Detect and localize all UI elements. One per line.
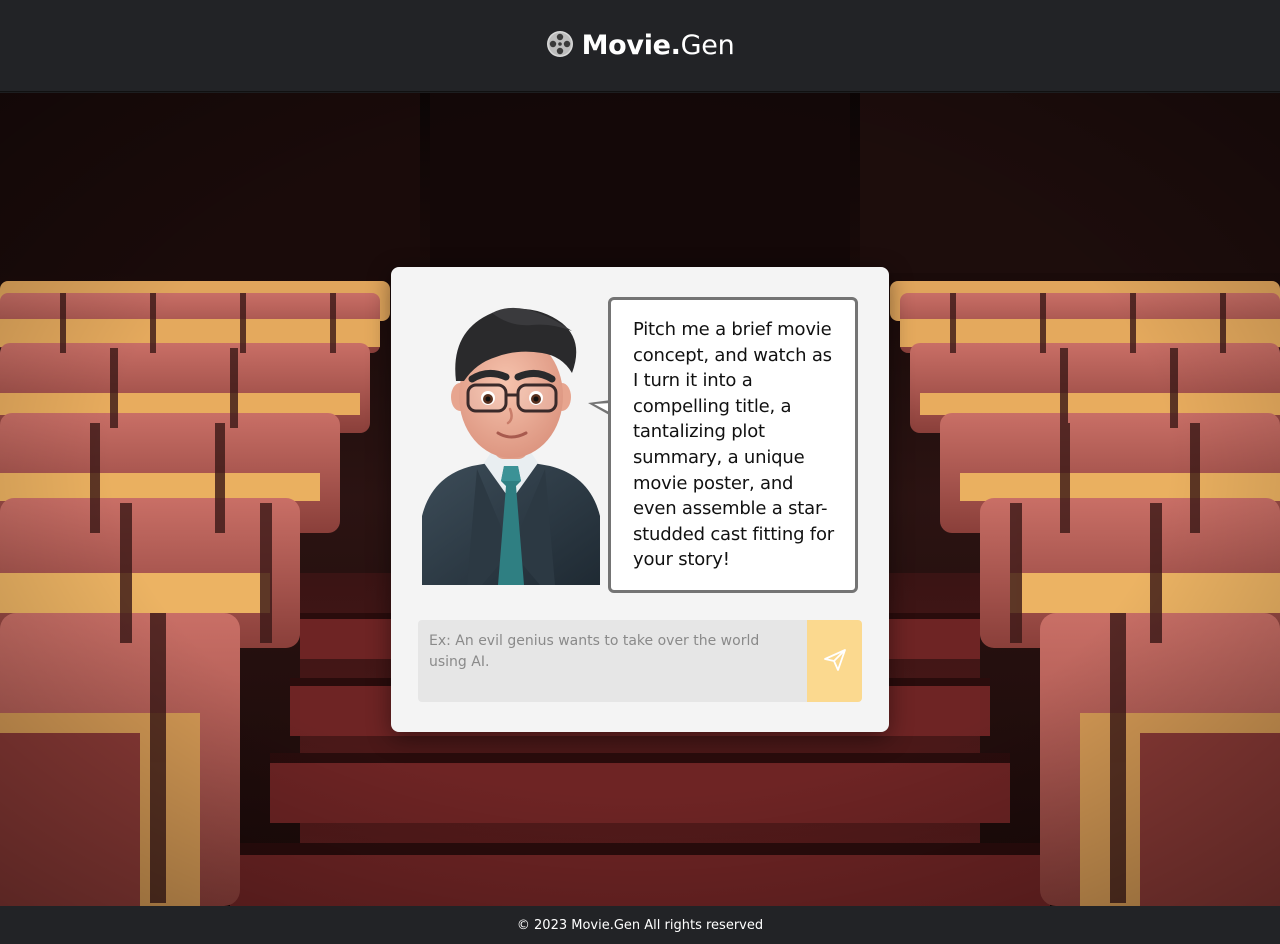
paper-plane-icon bbox=[822, 647, 848, 676]
movie-pitch-card: Pitch me a brief movie concept, and watc… bbox=[391, 267, 889, 732]
copyright-text: © 2023 Movie.Gen All rights reserved bbox=[516, 917, 764, 933]
businessman-avatar bbox=[422, 301, 600, 585]
brand-name: Movie.Gen bbox=[582, 30, 735, 61]
hero-section: Pitch me a brief movie concept, and watc… bbox=[0, 93, 1280, 906]
speech-bubble-text: Pitch me a brief movie concept, and watc… bbox=[633, 319, 834, 571]
brand-name-regular: Gen bbox=[680, 30, 735, 61]
movie-pitch-input[interactable] bbox=[418, 620, 807, 702]
speech-bubble: Pitch me a brief movie concept, and watc… bbox=[608, 297, 858, 593]
film-reel-icon bbox=[546, 30, 574, 62]
avatar-image bbox=[422, 301, 600, 585]
site-footer: © 2023 Movie.Gen All rights reserved bbox=[0, 906, 1280, 944]
pitch-input-row bbox=[418, 620, 862, 702]
site-header: Movie.Gen bbox=[0, 0, 1280, 92]
send-button[interactable] bbox=[807, 620, 862, 702]
brand-name-bold: Movie. bbox=[581, 30, 681, 61]
brand-logo[interactable]: Movie.Gen bbox=[546, 30, 735, 62]
